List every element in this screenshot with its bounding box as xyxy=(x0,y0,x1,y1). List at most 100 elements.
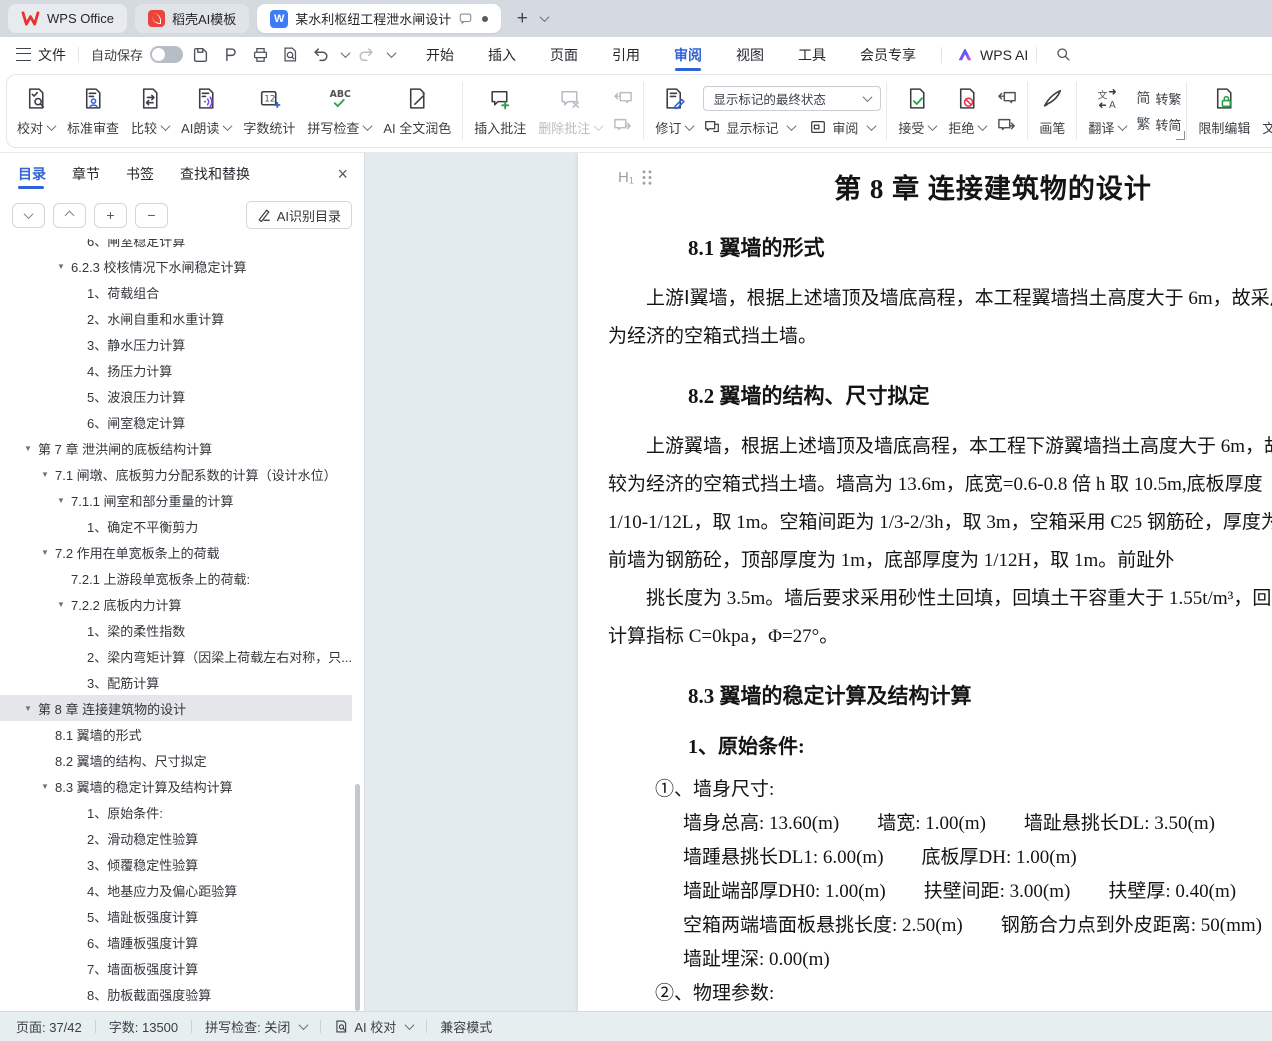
toc-item[interactable]: ▼ 7.1.1 闸室和部分重量的计算 xyxy=(0,487,352,513)
doc-text-line[interactable]: 第 8 章 连接建筑物的设计 xyxy=(608,167,1272,206)
sidebar-scrollbar[interactable] xyxy=(355,784,360,1011)
toc-item[interactable]: ▼ 2、滑动稳定性验算 xyxy=(0,825,352,851)
toc-item[interactable]: ▼ 3、倾覆稳定性验算 xyxy=(0,851,352,877)
review-pane-button[interactable]: 审阅 xyxy=(809,118,875,137)
standard-review-button[interactable]: 标准审查 xyxy=(61,82,125,141)
tab-current-document[interactable]: W 某水利枢纽工程泄水闸设计 xyxy=(257,4,501,33)
toc-item[interactable]: ▼ 3、静水压力计算 xyxy=(0,331,352,357)
toc-item[interactable]: ▼ 2、梁内弯矩计算（因梁上荷载左右对称，只... xyxy=(0,643,352,669)
insert-comment-button[interactable]: 插入批注 xyxy=(468,82,532,141)
reject-revision-button[interactable]: 拒绝 xyxy=(942,82,992,141)
toc-item[interactable]: ▼ 5、波浪压力计算 xyxy=(0,383,352,409)
word-count-indicator[interactable]: 字数: 13500 xyxy=(109,1017,178,1036)
wps-ai-button[interactable]: WPS AI xyxy=(956,46,1028,64)
document-encrypt-button[interactable]: 文档加密 xyxy=(1256,82,1272,141)
doc-text-line[interactable]: 8.2 翼墙的结构、尺寸拟定 xyxy=(688,380,1272,410)
toc-item[interactable]: ▼ 5、墙趾板强度计算 xyxy=(0,903,352,929)
toc-item[interactable]: ▼ 8.1 翼墙的形式 xyxy=(0,721,352,747)
restrict-editing-button[interactable]: 限制编辑 xyxy=(1192,82,1256,141)
toc-item[interactable]: ▼ 8.2 翼墙的结构、尺寸拟定 xyxy=(0,747,352,773)
tab-docer-templates[interactable]: 稻壳AI模板 xyxy=(135,4,249,33)
toc-item[interactable]: ▼ 6.2.3 校核情况下水闸稳定计算 xyxy=(0,253,352,279)
ink-brush-button[interactable]: 画笔 xyxy=(1033,82,1071,141)
toc-item[interactable]: ▼ 1、原始条件: xyxy=(0,799,352,825)
redo-icon[interactable] xyxy=(353,43,379,67)
toc-item[interactable]: ▼ 7.2.2 底板内力计算 xyxy=(0,591,352,617)
collapse-arrow-icon[interactable]: ▼ xyxy=(57,600,71,609)
toc-item[interactable]: ▼ 第 8 章 连接建筑物的设计 xyxy=(0,695,352,721)
markup-state-select[interactable]: 显示标记的最终状态 xyxy=(703,86,881,111)
collapse-arrow-icon[interactable]: ▼ xyxy=(57,262,71,271)
menu-tab[interactable]: 审阅 xyxy=(657,37,719,72)
toc-item[interactable]: ▼ 1、荷载组合 xyxy=(0,279,352,305)
menu-tab[interactable]: 引用 xyxy=(595,37,657,72)
sidebar-tab[interactable]: 章节 xyxy=(72,153,100,195)
doc-text-line[interactable]: 墙踵悬挑长DL1: 6.00(m) 底板厚DH: 1.00(m) xyxy=(683,841,1272,875)
menu-tab[interactable]: 视图 xyxy=(719,37,781,72)
collapse-all-button[interactable]: − xyxy=(135,203,168,228)
doc-text-line[interactable]: 墙趾端部厚DH0: 1.00(m) 扶壁间距: 3.00(m) 扶壁厚: 0.4… xyxy=(683,875,1272,909)
collapse-arrow-icon[interactable]: ▼ xyxy=(41,548,55,557)
collapse-arrow-icon[interactable]: ▼ xyxy=(24,444,38,453)
tab-list-chevron-icon[interactable] xyxy=(540,12,550,22)
doc-text-line[interactable]: 挑长度为 3.5m。墙后要求采用砂性土回填，回填土干容重大于 1.55t/m³，… xyxy=(608,580,1272,618)
doc-text-line[interactable]: 8.1 翼墙的形式 xyxy=(688,232,1272,262)
toc-item[interactable]: ▼ 6、闸室稳定计算 xyxy=(0,239,352,253)
toc-item[interactable]: ▼ 6、墙踵板强度计算 xyxy=(0,929,352,955)
doc-text-line[interactable]: 墙身总高: 13.60(m) 墙宽: 1.00(m) 墙趾悬挑长DL: 3.50… xyxy=(683,807,1272,841)
spell-check-status[interactable]: 拼写检查: 关闭 xyxy=(205,1017,307,1036)
word-count-button[interactable]: 12 字数统计 xyxy=(237,82,301,141)
doc-text-line[interactable]: ②、物理参数: xyxy=(655,977,1272,1011)
sidebar-tab[interactable]: 书签 xyxy=(126,153,154,195)
doc-text-line[interactable]: 上游Ⅰ翼墙，根据上述墙顶及墙底高程，本工程翼墙挡土高度大于 6m，故采用较 xyxy=(608,280,1272,318)
doc-text-line[interactable]: 空箱两端墙面板悬挑长度: 2.50(m) 钢筋合力点到外皮距离: 50(mm) xyxy=(683,909,1272,943)
doc-text-line[interactable]: 1、原始条件: xyxy=(688,730,1272,759)
sidebar-tab[interactable]: 目录 xyxy=(18,153,46,195)
doc-text-line[interactable]: 上游翼墙，根据上述墙顶及墙底高程，本工程下游翼墙挡土高度大于 6m，故采用 xyxy=(608,428,1272,466)
redo-chevron-icon[interactable] xyxy=(387,48,397,58)
export-pdf-icon[interactable] xyxy=(217,43,243,67)
collapse-arrow-icon[interactable]: ▼ xyxy=(57,496,71,505)
menu-tab[interactable]: 插入 xyxy=(471,37,533,72)
save-icon[interactable] xyxy=(187,43,213,67)
next-revision-icon[interactable] xyxy=(995,115,1019,135)
toc-item[interactable]: ▼ 3、配筋计算 xyxy=(0,669,352,695)
menu-tab[interactable]: 会员专享 xyxy=(843,37,933,72)
ai-read-aloud-button[interactable]: AI朗读 xyxy=(175,82,237,141)
doc-text-line[interactable]: 为经济的空箱式挡土墙。 xyxy=(608,318,1272,356)
menu-tab[interactable]: 开始 xyxy=(409,37,471,72)
collapse-arrow-icon[interactable]: ▼ xyxy=(41,782,55,791)
group-expand-icon[interactable] xyxy=(1176,131,1185,140)
menu-tab[interactable]: 页面 xyxy=(533,37,595,72)
ai-recognize-toc-button[interactable]: AI识别目录 xyxy=(246,201,352,229)
traditional-to-simplified-button[interactable]: 繁 转简 xyxy=(1136,115,1181,134)
toc-item[interactable]: ▼ 第 7 章 泄洪闸的底板结构计算 xyxy=(0,435,352,461)
chat-icon[interactable] xyxy=(458,11,473,26)
toc-item[interactable]: ▼ 4、扬压力计算 xyxy=(0,357,352,383)
compare-button[interactable]: 比较 xyxy=(125,82,175,141)
doc-text-line[interactable]: 墙趾埋深: 0.00(m) xyxy=(683,943,1272,977)
previous-heading-button[interactable] xyxy=(53,203,86,228)
print-preview-icon[interactable] xyxy=(277,43,303,67)
search-icon[interactable] xyxy=(1055,46,1072,63)
doc-text-line[interactable]: ①、墙身尺寸: xyxy=(655,773,1272,807)
doc-text-line[interactable]: 较为经济的空箱式挡土墙。墙高为 13.6m，底宽=0.6-0.8 倍 h 取 1… xyxy=(608,466,1272,504)
previous-comment-icon[interactable] xyxy=(611,88,635,108)
delete-comment-button[interactable]: 删除批注 xyxy=(532,82,608,141)
doc-text-line[interactable]: 前墙为钢筋砼，顶部厚度为 1m，底部厚度为 1/12H，取 1m。前趾外 xyxy=(608,542,1272,580)
doc-text-line[interactable]: 8.3 翼墙的稳定计算及结构计算 xyxy=(688,680,1272,710)
close-icon[interactable]: × xyxy=(337,165,348,183)
ai-polish-button[interactable]: AI 全文润色 xyxy=(377,82,457,141)
menu-tab[interactable]: 工具 xyxy=(781,37,843,72)
spell-check-button[interactable]: ABC 拼写检查 xyxy=(301,82,377,141)
track-changes-button[interactable]: 修订 xyxy=(649,82,699,141)
simplified-to-traditional-button[interactable]: 简 转繁 xyxy=(1136,89,1181,108)
new-tab-button[interactable]: + xyxy=(509,6,535,32)
toc-item[interactable]: ▼ 6、闸室稳定计算 xyxy=(0,409,352,435)
page-indicator[interactable]: 页面: 37/42 xyxy=(16,1017,82,1036)
print-icon[interactable] xyxy=(247,43,273,67)
sidebar-tab[interactable]: 查找和替换 xyxy=(180,153,250,195)
toc-item[interactable]: ▼ 2、水闸自重和水重计算 xyxy=(0,305,352,331)
drag-handle-icon[interactable] xyxy=(641,169,653,186)
toc-item[interactable]: ▼ 7.2 作用在单宽板条上的荷载 xyxy=(0,539,352,565)
